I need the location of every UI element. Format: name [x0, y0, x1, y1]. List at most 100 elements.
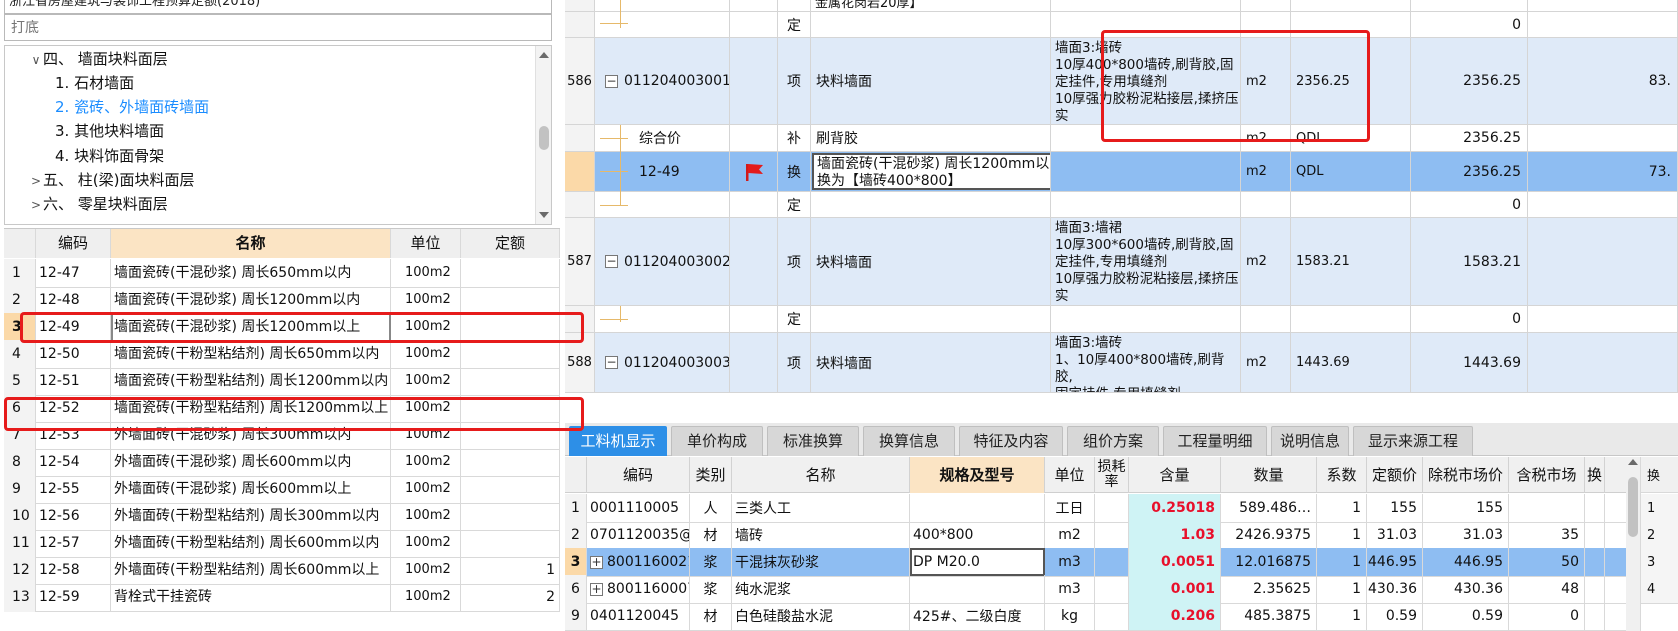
scroll-down-icon[interactable] — [539, 212, 549, 218]
tab-0[interactable]: 工料机显示 — [569, 426, 667, 456]
column-header-qprice[interactable]: 定额价 — [1367, 457, 1423, 493]
material-cell-code: 0401120045 — [587, 602, 690, 630]
quota-cell-price — [461, 394, 560, 423]
material-row[interactable]: 3 +8001160021 浆干混抹灰砂浆 DP M20.0 m3 0.0051 12.01… — [565, 548, 1678, 577]
tab-3[interactable]: 换算信息 — [863, 426, 955, 456]
material-cell-tprice — [1509, 494, 1585, 522]
quota-row[interactable]: 1 12-47 墙面瓷砖(干混砂浆) 周长650mm以内 100m2 — [4, 259, 560, 288]
bill-cell-type: 项 — [778, 218, 811, 305]
bill-cell-name — [811, 306, 1051, 332]
bill-sub-row[interactable]: 定0 — [565, 12, 1678, 38]
column-header-loss[interactable]: 损耗 率 — [1095, 457, 1129, 493]
bill-sub-row[interactable]: 12-49 换墙面瓷砖(干混砂浆) 周长1200mm以上 换为【墙砖400*800… — [565, 152, 1678, 192]
column-header-mprice[interactable]: 除税市场价 — [1423, 457, 1509, 493]
tab-7[interactable]: 说明信息 — [1271, 426, 1349, 456]
scroll-thumb[interactable] — [539, 126, 549, 150]
bill-cell-idx: 588 — [565, 333, 595, 392]
tab-1[interactable]: 单价构成 — [671, 426, 763, 456]
collapse-icon[interactable]: − — [605, 356, 618, 369]
bill-sub-row[interactable]: 定0 — [565, 192, 1678, 218]
column-header-qty[interactable]: 数量 — [1221, 457, 1317, 493]
quota-row[interactable]: 10 12-56 外墙面砖(干粉型粘结剂) 周长300mm以内 100m2 — [4, 502, 560, 531]
quota-row[interactable]: 5 12-51 墙面瓷砖(干粉型粘结剂) 周长1200mm以内 100m2 — [4, 367, 560, 396]
bill-cell-idx — [565, 125, 595, 151]
material-cell-cat: 人 — [690, 494, 732, 522]
material-cell-spec[interactable] — [910, 575, 1045, 603]
tab-5[interactable]: 组价方案 — [1067, 426, 1159, 456]
bill-sub-row[interactable]: 定0 — [565, 306, 1678, 333]
column-header-name[interactable]: 名称 — [732, 457, 910, 493]
quota-row[interactable]: 2 12-48 墙面瓷砖(干混砂浆) 周长1200mm以内 100m2 — [4, 286, 560, 315]
quota-row[interactable]: 11 12-57 外墙面砖(干粉型粘结剂) 周长600mm以内 100m2 — [4, 529, 560, 558]
quota-row[interactable]: 3 12-49 墙面瓷砖(干混砂浆) 周长1200mm以上 100m2 — [4, 313, 560, 342]
tree-node-tile-wall[interactable]: 2. 瓷砖、外墙面砖墙面 — [55, 94, 209, 120]
column-header-cat[interactable]: 类别 — [690, 457, 732, 493]
bill-item-row[interactable]: 586−011204003001 项块料墙面 墙面3:墙砖 10厚400*800墙砖… — [565, 38, 1678, 125]
material-row[interactable]: 1 0001110005 人三类人工 工日 0.25018 589.486… 1 155 155 — [565, 494, 1678, 523]
quota-row[interactable]: 7 12-53 外墙面砖(干混砂浆) 周长300mm以内 100m2 — [4, 421, 560, 450]
bill-item-row[interactable]: 588−011204003003 项块料墙面 墙面3:墙砖 1、10厚400*800… — [565, 333, 1678, 393]
tree-node-chapter-5[interactable]: > 五、 柱(梁)面块料面层 — [29, 167, 195, 193]
tab-4[interactable]: 特征及内容 — [959, 426, 1063, 456]
material-cell-spec[interactable]: DP M20.0 — [910, 548, 1045, 576]
quota-row[interactable]: 12 12-58 外墙面砖(干粉型粘结剂) 周长600mm以上 100m2 1 — [4, 556, 560, 585]
tree-node-other-block-wall[interactable]: 3. 其他块料墙面 — [55, 118, 164, 144]
column-header-tprice[interactable]: 含税市场 — [1509, 457, 1585, 493]
quota-row[interactable]: 9 12-55 外墙面砖(干混砂浆) 周长600mm以上 100m2 — [4, 475, 560, 504]
column-header-content[interactable]: 含量 — [1129, 457, 1221, 493]
material-row[interactable]: 20701120035@1材墙砖400*800m21.032426.937513… — [565, 521, 1678, 550]
quota-row[interactable]: 13 12-59 背栓式干挂瓷砖 100m2 2 — [4, 583, 560, 612]
search-input[interactable] — [4, 14, 552, 41]
bill-cell-idx: 587 — [565, 218, 595, 305]
quota-library-selector[interactable]: 浙江省房屋建筑与装饰工程预算定额(2018) — [4, 0, 552, 14]
expand-icon[interactable]: + — [590, 555, 603, 569]
column-header-n[interactable] — [4, 229, 36, 258]
tree-line — [620, 125, 621, 205]
expand-icon[interactable]: + — [590, 582, 603, 596]
column-header-unit[interactable]: 单位 — [391, 229, 461, 258]
bill-item-row[interactable]: 587−011204003002 项块料墙面 墙面3:墙裙 10厚300*600墙砖… — [565, 218, 1678, 306]
column-header-unit[interactable]: 单位 — [1045, 457, 1095, 493]
column-header-code[interactable]: 编码 — [36, 229, 111, 258]
quota-cell-unit: 100m2 — [391, 259, 461, 288]
material-cell-mprice: 155 — [1423, 494, 1509, 522]
column-header-spec[interactable]: 规格及型号 — [910, 457, 1045, 493]
scroll-up-icon[interactable] — [539, 52, 549, 58]
tree-node-block-frame[interactable]: 4. 块料饰面骨架 — [55, 143, 164, 169]
quota-cell-code: 12-47 — [36, 259, 111, 288]
column-header-code[interactable]: 编码 — [587, 457, 690, 493]
materials-scrollbar[interactable] — [1626, 457, 1640, 631]
scroll-up-icon[interactable] — [1628, 459, 1638, 465]
material-row[interactable]: 9 0401120045 材白色硅酸盐水泥 425#、二级白度 kg 0.206 485.3… — [565, 602, 1678, 631]
tree-node-chapter-6[interactable]: > 六、 零星块料面层 — [29, 191, 168, 217]
tab-6[interactable]: 工程量明细 — [1163, 426, 1267, 456]
column-header-price[interactable]: 定额 — [461, 229, 560, 258]
collapse-icon[interactable]: − — [605, 255, 618, 268]
material-cell-spec[interactable]: 425#、二级白度 — [910, 602, 1045, 630]
tab-8[interactable]: 显示来源工程 — [1353, 426, 1473, 456]
column-header-n[interactable] — [565, 457, 587, 493]
bill-row-partial[interactable]: 金属花岗岩20厚】 — [565, 0, 1678, 12]
column-header-name[interactable]: 名称 — [111, 229, 391, 258]
scroll-thumb[interactable] — [1628, 477, 1638, 537]
material-row[interactable]: 6 +8001160007 浆纯水泥浆 m3 0.001 2.35625 1 430.36 43… — [565, 575, 1678, 604]
chevron-right-icon[interactable]: > — [29, 192, 43, 218]
column-header-swap[interactable]: 换 — [1585, 457, 1605, 493]
tree-node-stone-wall[interactable]: 1. 石材墙面 — [55, 70, 134, 96]
quota-row[interactable]: 4 12-50 墙面瓷砖(干粉型粘结剂) 周长650mm以内 100m2 — [4, 340, 560, 369]
chevron-down-icon[interactable]: ∨ — [29, 47, 43, 73]
bill-sub-row[interactable]: 综合价 补刷背胶 m2 QDL 2356.25 — [565, 125, 1678, 152]
quota-name-editor[interactable]: 墙面瓷砖(干混砂浆) 周长1200mm以上 换为【墙砖400*800】 — [812, 153, 1050, 190]
bill-cell-qty: 2356.25 — [1411, 38, 1528, 124]
column-header-coef[interactable]: 系数 — [1317, 457, 1367, 493]
collapse-icon[interactable]: − — [605, 74, 618, 88]
quota-row[interactable]: 8 12-54 外墙面砖(干混砂浆) 周长600mm以内 100m2 — [4, 448, 560, 477]
bill-cell — [595, 0, 730, 11]
tab-2[interactable]: 标准换算 — [767, 426, 859, 456]
tree-scrollbar[interactable] — [535, 46, 551, 224]
material-cell-spec[interactable]: 400*800 — [910, 521, 1045, 549]
material-cell-name: 墙砖 — [732, 521, 910, 549]
quota-row[interactable]: 6 12-52 墙面瓷砖(干粉型粘结剂) 周长1200mm以上 100m2 — [4, 394, 560, 423]
material-cell-spec[interactable] — [910, 494, 1045, 522]
tree-node-chapter-4[interactable]: ∨ 四、 墙面块料面层 — [29, 46, 168, 72]
